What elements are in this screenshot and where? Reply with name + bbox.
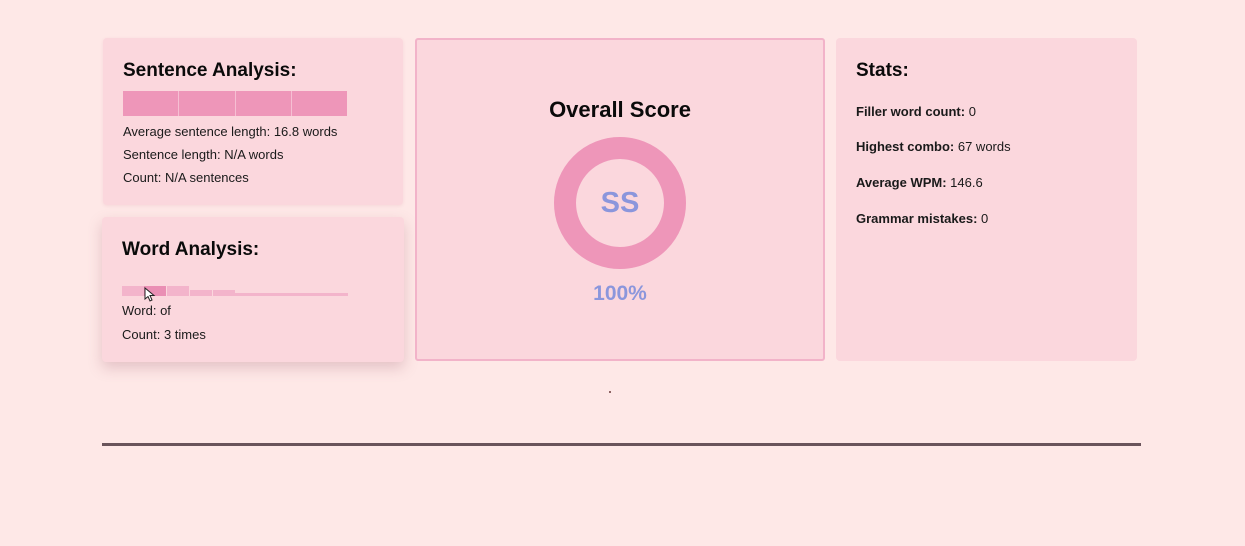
sentence-length-bar bbox=[123, 91, 347, 116]
stat-label: Average WPM: bbox=[856, 175, 947, 190]
word-count-label: Count: bbox=[122, 327, 161, 342]
word-count: Count: 3 times bbox=[122, 327, 206, 342]
sentence-count-label: Count: bbox=[123, 170, 162, 185]
sentence-analysis-title: Sentence Analysis: bbox=[123, 60, 297, 81]
stats-title: Stats: bbox=[856, 60, 909, 81]
stat-average-wpm: Average WPM: 146.6 bbox=[856, 175, 983, 190]
word-count-value: 3 times bbox=[163, 327, 206, 342]
average-sentence-length-value: 16.8 words bbox=[273, 124, 338, 139]
mouse-cursor-icon bbox=[144, 287, 156, 302]
score-grade: SS bbox=[600, 187, 640, 219]
average-sentence-length-label: Average sentence length: bbox=[123, 124, 271, 139]
stat-value: 67 words bbox=[957, 139, 1011, 154]
overall-score-card: Overall Score SS 100% bbox=[415, 38, 825, 361]
sentence-length-value: N/A words bbox=[224, 147, 284, 162]
word-analysis-title: Word Analysis: bbox=[122, 239, 260, 260]
stat-grammar-mistakes: Grammar mistakes: 0 bbox=[856, 211, 988, 226]
sentence-length-label: Sentence length: bbox=[123, 147, 221, 162]
sentence-count: Count: N/A sentences bbox=[123, 170, 249, 185]
overall-score-title: Overall Score bbox=[549, 97, 691, 122]
word-bar-segment[interactable] bbox=[235, 293, 348, 296]
sentence-bar-segment[interactable] bbox=[123, 91, 179, 116]
stats-card: Stats: Filler word count: 0 Highest comb… bbox=[836, 38, 1137, 361]
selected-word-label: Word: bbox=[122, 303, 157, 318]
stat-filler-word-count: Filler word count: 0 bbox=[856, 104, 976, 119]
sentence-length: Sentence length: N/A words bbox=[123, 147, 283, 162]
sentence-count-value: N/A sentences bbox=[164, 170, 249, 185]
word-bar-segment[interactable] bbox=[167, 286, 189, 296]
stray-dot bbox=[609, 391, 611, 393]
sentence-bar-segment[interactable] bbox=[179, 91, 236, 116]
score-percent: 100% bbox=[593, 282, 647, 305]
sentence-bar-segment[interactable] bbox=[236, 91, 292, 116]
word-bar-segment[interactable] bbox=[122, 286, 144, 296]
sentence-bar-segment[interactable] bbox=[292, 91, 347, 116]
sentence-analysis-card: Sentence Analysis: Average sentence leng… bbox=[103, 38, 403, 205]
word-bar-segment[interactable] bbox=[190, 290, 212, 296]
selected-word: Word: of bbox=[122, 303, 171, 318]
stat-value: 0 bbox=[981, 211, 989, 226]
stat-label: Filler word count: bbox=[856, 104, 966, 119]
stat-value: 0 bbox=[968, 104, 976, 119]
word-bar-segment[interactable] bbox=[213, 290, 235, 296]
stat-label: Grammar mistakes: bbox=[856, 211, 978, 226]
stat-highest-combo: Highest combo: 67 words bbox=[856, 139, 1011, 154]
horizontal-divider bbox=[102, 443, 1141, 446]
average-sentence-length: Average sentence length: 16.8 words bbox=[123, 124, 337, 139]
stat-value: 146.6 bbox=[950, 175, 983, 190]
selected-word-value: of bbox=[160, 303, 171, 318]
stat-label: Highest combo: bbox=[856, 139, 955, 154]
